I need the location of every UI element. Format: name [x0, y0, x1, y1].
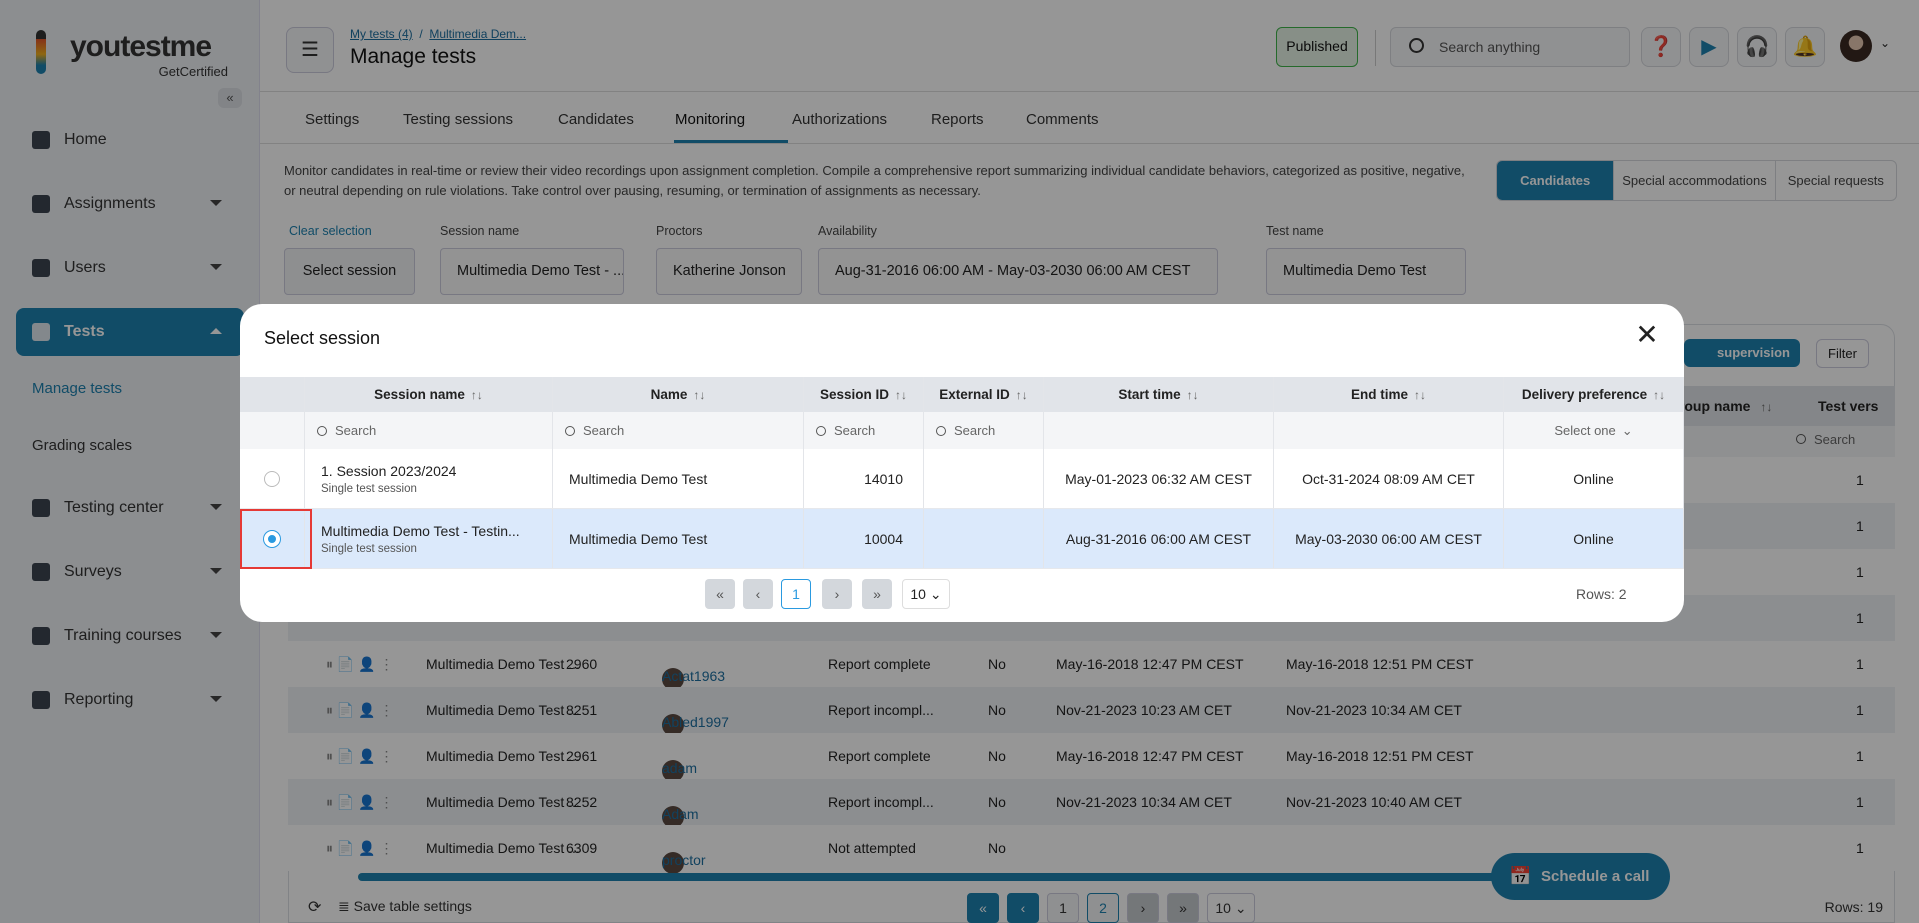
- cell-id: 10004: [804, 509, 924, 568]
- column-filter: [1274, 412, 1504, 449]
- chevron-down-icon: ⌄: [1621, 422, 1633, 438]
- select-cell[interactable]: [240, 449, 305, 508]
- cell-external: [924, 509, 1044, 568]
- session-type: Single test session: [321, 482, 417, 495]
- sort-icon: ↑↓: [1414, 387, 1426, 402]
- search-placeholder: Search: [583, 423, 625, 438]
- select-column: [240, 377, 305, 412]
- dialog-title: Select session: [264, 328, 381, 348]
- cell-delivery: Online: [1504, 449, 1684, 508]
- page-size-value: 10: [910, 586, 926, 602]
- column-name[interactable]: Name ↑↓: [553, 377, 804, 412]
- header-label: Name: [650, 387, 688, 402]
- header-label: End time: [1350, 387, 1408, 402]
- search-icon: [936, 425, 946, 436]
- session-type: Single test session: [321, 542, 417, 555]
- session-name: 1. Session 2023/2024: [321, 462, 457, 479]
- sort-icon: ↑↓: [1653, 387, 1666, 402]
- cell-delivery: Online: [1504, 509, 1684, 568]
- cell-start: May-01-2023 06:32 AM CEST: [1044, 449, 1274, 508]
- session-radio[interactable]: [264, 470, 280, 487]
- header-label: Delivery preference: [1521, 387, 1648, 402]
- cell-id: 14010: [804, 449, 924, 508]
- search-icon: [317, 425, 327, 436]
- column-session-name[interactable]: Session name ↑↓: [305, 377, 553, 412]
- column-delivery-preference[interactable]: Delivery preference ↑↓: [1504, 377, 1684, 412]
- cell-name: Multimedia Demo Test: [553, 509, 804, 568]
- column-external-id[interactable]: External ID ↑↓: [924, 377, 1044, 412]
- search-icon: [565, 425, 575, 436]
- column-filter[interactable]: Search: [305, 412, 553, 449]
- page-1-button[interactable]: 1: [781, 579, 811, 609]
- close-button[interactable]: ✕: [1632, 318, 1662, 351]
- column-filter: [1044, 412, 1274, 449]
- column-filter[interactable]: Search: [553, 412, 804, 449]
- column-filter[interactable]: Select one ⌄: [1504, 412, 1684, 449]
- delivery-select: Select one: [1554, 423, 1616, 438]
- cell-start: Aug-31-2016 06:00 AM CEST: [1044, 509, 1274, 568]
- dialog-table-header: Session name ↑↓ Name ↑↓ Session ID ↑↓ External…: [240, 377, 1684, 412]
- cell-session: Multimedia Demo Test - Testin... Single t…: [305, 509, 553, 568]
- next-page-button[interactable]: ›: [822, 579, 852, 609]
- session-row[interactable]: Multimedia Demo Test - Testin... Single t…: [240, 509, 1684, 569]
- sort-icon: ↑↓: [1015, 387, 1028, 402]
- session-name: Multimedia Demo Test - Testin...: [321, 522, 520, 539]
- highlight-box: [240, 509, 312, 569]
- search-icon: [816, 425, 826, 436]
- rows-count: Rows: 2: [1576, 586, 1627, 602]
- search-placeholder: Search: [954, 423, 996, 438]
- select-session-dialog: Select session ✕ Session name ↑↓ Name ↑↓ Ses…: [240, 304, 1684, 622]
- header-label: Session ID: [819, 387, 890, 402]
- first-page-button[interactable]: «: [705, 579, 735, 609]
- cell-external: [924, 449, 1044, 508]
- cell-end: Oct-31-2024 08:09 AM CET: [1274, 449, 1504, 508]
- cell-session: 1. Session 2023/2024 Single test session: [305, 449, 553, 508]
- search-placeholder: Search: [834, 423, 876, 438]
- header-label: Start time: [1118, 387, 1181, 402]
- dialog-search-row: Search Search Search Search Select one ⌄: [240, 412, 1684, 449]
- sort-icon: ↑↓: [470, 387, 483, 402]
- last-page-button[interactable]: »: [862, 579, 892, 609]
- sort-icon: ↑↓: [895, 387, 908, 402]
- cell-name: Multimedia Demo Test: [553, 449, 804, 508]
- cell-end: May-03-2030 06:00 AM CEST: [1274, 509, 1504, 568]
- sort-icon: ↑↓: [693, 387, 706, 402]
- close-icon: ✕: [1635, 319, 1659, 350]
- column-start-time[interactable]: Start time ↑↓: [1044, 377, 1274, 412]
- column-filter[interactable]: Search: [924, 412, 1044, 449]
- column-session-id[interactable]: Session ID ↑↓: [804, 377, 924, 412]
- sort-icon: ↑↓: [1186, 387, 1199, 402]
- page-size-select[interactable]: 10 ⌄: [902, 579, 950, 609]
- column-end-time[interactable]: End time ↑↓: [1274, 377, 1504, 412]
- header-label: External ID: [939, 387, 1010, 402]
- column-filter[interactable]: Search: [804, 412, 924, 449]
- search-placeholder: Search: [335, 423, 377, 438]
- session-row[interactable]: 1. Session 2023/2024 Single test session M…: [240, 449, 1684, 509]
- header-label: Session name: [374, 387, 465, 402]
- prev-page-button[interactable]: ‹: [743, 579, 773, 609]
- select-column: [240, 412, 305, 449]
